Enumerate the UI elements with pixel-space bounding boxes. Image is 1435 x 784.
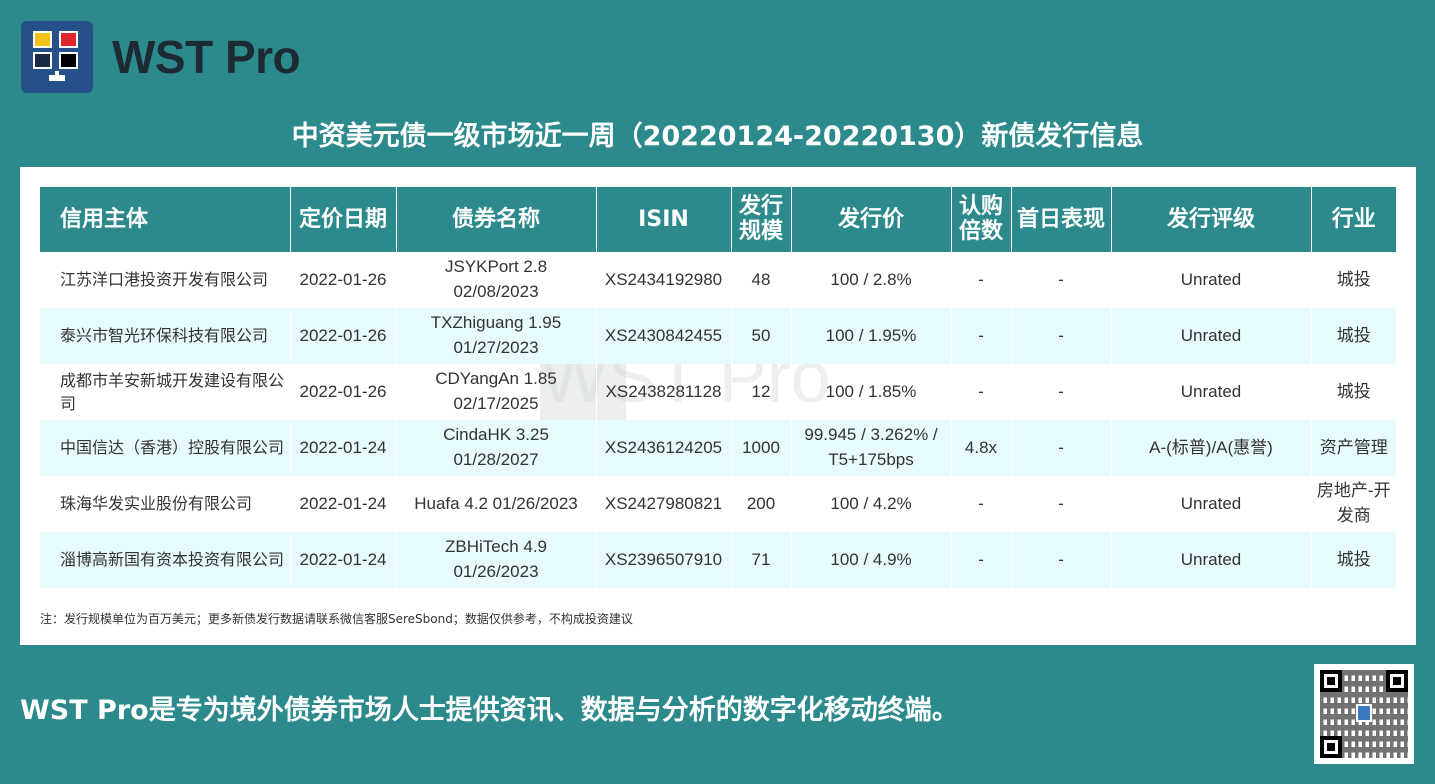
table-row: 成都市羊安新城开发建设有限公司 2022-01-26 CDYangAn 1.85 0… [40, 364, 1396, 420]
table-cell: 200 [731, 476, 792, 532]
bond-table: 信用主体 定价日期 债券名称 ISIN 发行规模 发行价 认购倍数 首日表现 发行评级 行业 江苏… [40, 187, 1396, 588]
table-cell: 4.8x [951, 420, 1012, 476]
column-header: 发行规模 [731, 187, 792, 252]
table-cell: 100 / 2.8% [791, 252, 952, 308]
table-cell: 100 / 1.95% [791, 308, 952, 364]
table-cell: - [1011, 420, 1112, 476]
table-cell: - [1011, 476, 1112, 532]
table-cell: 48 [731, 252, 792, 308]
table-cell: 100 / 1.85% [791, 364, 952, 420]
column-header: 发行价 [791, 187, 952, 252]
brand-logo-icon [21, 21, 93, 93]
table-cell: 1000 [731, 420, 792, 476]
table-cell: Unrated [1111, 476, 1312, 532]
tagline: WST Pro是专为境外债券市场人士提供资讯、数据与分析的数字化移动终端。 [20, 695, 959, 726]
table-cell: 2022-01-26 [290, 252, 397, 308]
table-cell: 2022-01-24 [290, 532, 397, 588]
footnote: 注：发行规模单位为百万美元；更多新债发行数据请联系微信客服SereSbond；数… [40, 612, 633, 626]
table-cell: XS2427980821 [596, 476, 732, 532]
table-cell: Unrated [1111, 252, 1312, 308]
table-card: WST Pro 信用主体 定价日期 债券名称 ISIN 发行规模 发行价 认购倍数 首日表现发… [20, 167, 1416, 645]
table-cell: - [1011, 364, 1112, 420]
brand-name: WST Pro [112, 31, 301, 83]
column-header: 行业 [1311, 187, 1396, 252]
qr-code-icon [1314, 664, 1414, 764]
table-cell: XS2434192980 [596, 252, 732, 308]
table-cell: 泰兴市智光环保科技有限公司 [40, 308, 291, 364]
table-cell: 12 [731, 364, 792, 420]
table-cell: 2022-01-26 [290, 308, 397, 364]
column-header: ISIN [596, 187, 732, 252]
table-cell: 99.945 / 3.262% / T5+175bps [791, 420, 952, 476]
column-header: 认购倍数 [951, 187, 1012, 252]
table-cell: Unrated [1111, 532, 1312, 588]
table-cell: CDYangAn 1.85 02/17/2025 [396, 364, 597, 420]
table-cell: 中国信达（香港）控股有限公司 [40, 420, 291, 476]
table-cell: 珠海华发实业股份有限公司 [40, 476, 291, 532]
table-cell: XS2430842455 [596, 308, 732, 364]
column-header: 信用主体 [40, 187, 291, 252]
column-header: 定价日期 [290, 187, 397, 252]
table-cell: - [951, 252, 1012, 308]
table-cell: TXZhiguang 1.95 01/27/2023 [396, 308, 597, 364]
table-cell: XS2396507910 [596, 532, 732, 588]
table-cell: - [951, 364, 1012, 420]
table-cell: - [1011, 532, 1112, 588]
table-header-row: 信用主体 定价日期 债券名称 ISIN 发行规模 发行价 认购倍数 首日表现 发行评级 行业 [40, 187, 1396, 252]
table-cell: ZBHiTech 4.9 01/26/2023 [396, 532, 597, 588]
table-cell: 城投 [1311, 308, 1396, 364]
table-cell: 城投 [1336, 381, 1371, 401]
table-cell: 江苏洋口港投资开发有限公司 [40, 252, 291, 308]
table-cell: A-(标普)/A(惠誉) [1111, 420, 1312, 476]
table-cell: 100 / 4.2% [791, 476, 952, 532]
table-cell: - [951, 476, 1012, 532]
table-cell: 2022-01-24 [290, 476, 397, 532]
table-row: 江苏洋口港投资开发有限公司 2022-01-26 JSYKPort 2.8 02/0… [40, 252, 1396, 308]
table-cell: Huafa 4.2 01/26/2023 [396, 476, 597, 532]
column-header: 发行评级 [1111, 187, 1312, 252]
table-cell: - [1011, 252, 1112, 308]
table-row: 中国信达（香港）控股有限公司 2022-01-24 CindaHK 3.25 01/… [40, 420, 1396, 476]
table-cell: XS2436124205 [596, 420, 732, 476]
table-cell: - [951, 308, 1012, 364]
table-cell: 2022-01-26 [290, 364, 397, 420]
table-cell: - [1011, 308, 1112, 364]
column-header: 首日表现 [1011, 187, 1112, 252]
table-cell: - [951, 532, 1012, 588]
table-row: 淄博高新国有资本投资有限公司 2022-01-24 ZBHiTech 4.9 01/… [40, 532, 1396, 588]
page-title: 中资美元债一级市场近一周（20220124-20220130）新债发行信息 [291, 121, 1144, 152]
table-cell: 城投 [1311, 532, 1396, 588]
table-cell: 城投 [1336, 269, 1371, 289]
table-row: 泰兴市智光环保科技有限公司 2022-01-26 TXZhiguang 1.95 0… [40, 308, 1396, 364]
table-cell: XS2438281128 [596, 364, 732, 420]
table-cell: 71 [731, 532, 792, 588]
table-cell: JSYKPort 2.8 02/08/2023 [396, 252, 597, 308]
table-cell: 成都市羊安新城开发建设有限公司 [40, 364, 291, 420]
table-cell: Unrated [1111, 308, 1312, 364]
column-header: 债券名称 [396, 187, 597, 252]
table-cell: Unrated [1111, 364, 1312, 420]
table-cell: 2022-01-24 [290, 420, 397, 476]
table-cell: 房地产-开发商 [1316, 481, 1391, 525]
table-cell: 50 [731, 308, 792, 364]
table-cell: 100 / 4.9% [791, 532, 952, 588]
table-cell: CindaHK 3.25 01/28/2027 [396, 420, 597, 476]
table-row: 珠海华发实业股份有限公司 2022-01-24 Huafa 4.2 01/26/20… [40, 476, 1396, 532]
table-cell: 淄博高新国有资本投资有限公司 [40, 532, 291, 588]
table-cell: 资产管理 [1311, 420, 1396, 476]
